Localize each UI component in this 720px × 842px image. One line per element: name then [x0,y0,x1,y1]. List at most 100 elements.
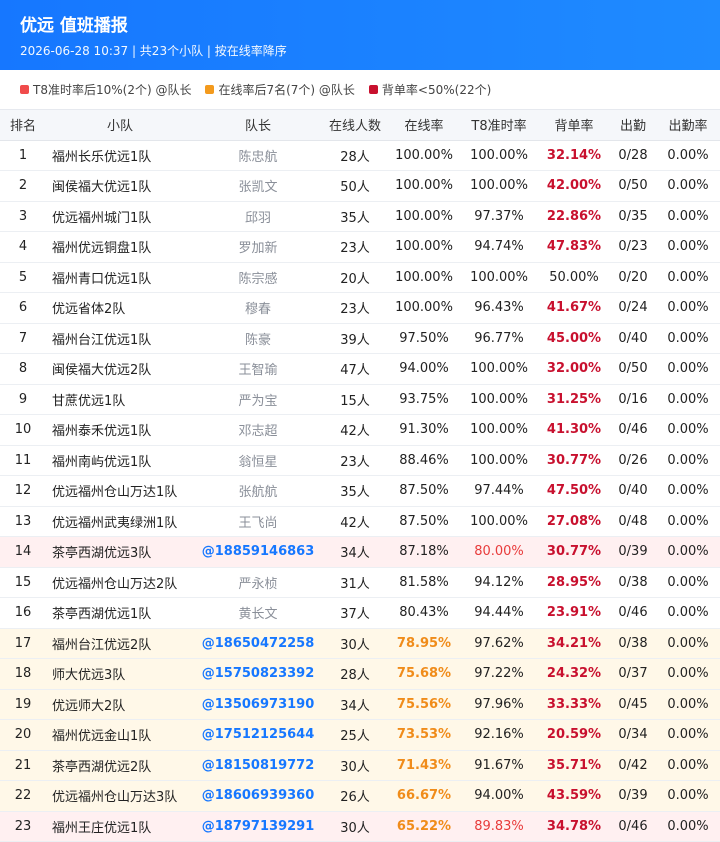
back-rate-cell: 22.86% [538,201,610,232]
team-cell: 闽侯福大优远1队 [46,170,194,202]
legend-item-back: 背单率<50%(22个) [368,81,491,98]
online-count-cell: 34人 [322,689,388,720]
team-cell: 优远福州武夷绿洲1队 [46,506,194,537]
attendance-rate-cell: 0.00% [656,506,720,537]
captain-cell: 罗加新 [194,231,322,263]
captain-cell[interactable]: @18797139291 [194,811,322,842]
team-cell: 茶亭西湖优远1队 [46,597,194,629]
online-count-cell: 15人 [322,384,388,415]
attendance-cell: 0/35 [610,201,656,232]
captain-cell[interactable]: @15750823392 [194,658,322,690]
rank-cell: 7 [0,323,46,354]
attendance-cell: 0/37 [610,658,656,690]
attendance-rate-cell: 0.00% [656,475,720,507]
legend-label: T8准时率后10%(2个) @队长 [33,83,192,97]
ontime-rate-cell: 100.00% [460,445,538,476]
column-header-team[interactable]: 小队 [46,110,194,141]
table-row: 20 福州优远金山1队 @17512125644 25人 73.53% 92.16% 20.… [0,719,720,751]
team-cell: 师大优远3队 [46,658,194,690]
column-header-t8-ontime[interactable]: T8准时率 [460,110,538,141]
attendance-rate-cell: 0.00% [656,201,720,232]
team-cell: 茶亭西湖优远3队 [46,536,194,568]
attendance-rate-cell: 0.00% [656,658,720,690]
online-rate-cell: 75.56% [388,689,460,720]
table-row: 7 福州台江优远1队 陈豪 39人 97.50% 96.77% 45.00% 0/40 0.00… [0,323,720,354]
online-rate-cell: 100.00% [388,292,460,324]
team-cell: 福州台江优远2队 [46,628,194,659]
back-rate-cell: 30.77% [538,536,610,568]
online-rate-cell: 91.30% [388,414,460,446]
column-header-online-count[interactable]: 在线人数 [322,110,388,141]
attendance-rate-cell: 0.00% [656,231,720,263]
ontime-rate-cell: 96.77% [460,323,538,354]
online-count-cell: 30人 [322,750,388,781]
ontime-rate-cell: 94.44% [460,597,538,629]
column-header-attendance-rate[interactable]: 出勤率 [656,110,720,141]
online-count-cell: 23人 [322,292,388,324]
ontime-rate-cell: 100.00% [460,384,538,415]
attendance-cell: 0/42 [610,750,656,781]
attendance-cell: 0/46 [610,811,656,842]
rank-cell: 23 [0,811,46,842]
online-count-cell: 42人 [322,414,388,446]
legend-item-online: 在线率后7名(7个) @队长 [205,81,355,98]
online-rate-cell: 87.18% [388,536,460,568]
team-cell: 优远师大2队 [46,689,194,720]
table-row: 14 茶亭西湖优远3队 @18859146863 34人 87.18% 80.00% 30.… [0,536,720,568]
attendance-cell: 0/24 [610,292,656,324]
attendance-cell: 0/40 [610,323,656,354]
attendance-rate-cell: 0.00% [656,292,720,324]
captain-cell[interactable]: @18859146863 [194,536,322,568]
column-header-rank[interactable]: 排名 [0,110,46,141]
back-rate-cell: 33.33% [538,689,610,720]
back-rate-cell: 47.50% [538,475,610,507]
captain-cell: 黄长文 [194,597,322,629]
attendance-rate-cell: 0.00% [656,811,720,842]
attendance-rate-cell: 0.00% [656,414,720,446]
captain-cell: 王飞尚 [194,506,322,537]
online-count-cell: 39人 [322,323,388,354]
captain-cell: 王智瑜 [194,353,322,385]
online-count-cell: 23人 [322,445,388,476]
column-header-attendance[interactable]: 出勤 [610,110,656,141]
ontime-rate-cell: 94.00% [460,780,538,812]
ontime-rate-cell: 97.22% [460,658,538,690]
back-rate-cell: 23.91% [538,597,610,629]
team-cell: 福州优远金山1队 [46,719,194,751]
ontime-rate-cell: 89.83% [460,811,538,842]
column-header-captain[interactable]: 队长 [194,110,322,141]
rank-cell: 3 [0,201,46,232]
column-header-back-rate[interactable]: 背单率 [538,110,610,141]
online-count-cell: 25人 [322,719,388,751]
attendance-rate-cell: 0.00% [656,384,720,415]
column-header-online-rate[interactable]: 在线率 [388,110,460,141]
ontime-rate-cell: 100.00% [460,353,538,385]
attendance-cell: 0/50 [610,353,656,385]
captain-cell: 穆春 [194,292,322,324]
team-cell: 福州台江优远1队 [46,323,194,354]
captain-cell[interactable]: @17512125644 [194,719,322,751]
captain-cell[interactable]: @18650472258 [194,628,322,659]
captain-cell[interactable]: @18606939360 [194,780,322,812]
captain-cell[interactable]: @18150819772 [194,750,322,781]
captain-cell: 严永桢 [194,567,322,598]
online-rate-cell: 87.50% [388,506,460,537]
online-count-cell: 20人 [322,262,388,293]
attendance-cell: 0/45 [610,689,656,720]
table-body: 1 福州长乐优远1队 陈忠航 28人 100.00% 100.00% 32.14% 0/28 0… [0,140,720,842]
rank-cell: 10 [0,414,46,446]
captain-cell[interactable]: @13506973190 [194,689,322,720]
online-count-cell: 34人 [322,536,388,568]
rank-cell: 20 [0,719,46,751]
attendance-rate-cell: 0.00% [656,780,720,812]
online-count-cell: 35人 [322,475,388,507]
back-rate-cell: 34.78% [538,811,610,842]
online-rate-cell: 81.58% [388,567,460,598]
orange-square-icon [205,85,215,94]
online-rate-cell: 100.00% [388,231,460,263]
rank-cell: 4 [0,231,46,263]
ontime-rate-cell: 100.00% [460,414,538,446]
attendance-cell: 0/26 [610,445,656,476]
red-square-icon [20,85,29,94]
rank-cell: 16 [0,597,46,629]
